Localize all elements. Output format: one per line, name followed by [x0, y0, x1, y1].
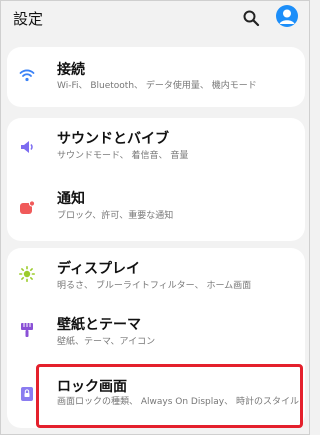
settings-item-connections[interactable]: 接続 Wi-Fi、 Bluetooth、 データ使用量、 機内モード — [7, 47, 305, 107]
account-avatar-icon[interactable] — [276, 5, 298, 27]
settings-section-connections: 接続 Wi-Fi、 Bluetooth、 データ使用量、 機内モード — [7, 47, 305, 107]
settings-item-subtitle: サウンドモード、 着信音、 音量 — [57, 151, 189, 161]
brightness-icon — [19, 266, 35, 282]
speaker-icon — [21, 141, 33, 153]
settings-item-sound[interactable]: サウンドとバイブ サウンドモード、 着信音、 音量 — [7, 118, 305, 178]
settings-screen: 設定 接続 Wi-Fi、 Bluetooth、 データ使用量、 機内モード サウ… — [0, 0, 310, 435]
settings-item-display[interactable]: ディスプレイ 明るさ、 ブルーライトフィルター、 ホーム画面 — [7, 248, 305, 303]
highlight-box — [36, 364, 303, 428]
settings-item-notifications[interactable]: 通知 ブロック、許可、重要な通知 — [7, 178, 305, 238]
settings-item-label: ディスプレイ — [57, 261, 141, 277]
wifi-icon — [19, 69, 35, 82]
settings-item-label: 通知 — [57, 191, 85, 207]
settings-item-label: 接続 — [57, 62, 85, 78]
page-title: 設定 — [13, 10, 44, 28]
theme-icon — [21, 323, 33, 337]
settings-item-label: サウンドとバイブ — [57, 131, 169, 147]
settings-item-subtitle: Wi-Fi、 Bluetooth、 データ使用量、 機内モード — [57, 81, 257, 91]
settings-item-subtitle: 壁紙、テーマ、アイコン — [57, 337, 156, 347]
settings-section-sound-notifications: サウンドとバイブ サウンドモード、 着信音、 音量 通知 ブロック、許可、重要な… — [7, 118, 305, 241]
settings-item-subtitle: ブロック、許可、重要な通知 — [57, 211, 174, 221]
lock-screen-icon — [21, 387, 33, 401]
settings-item-wallpaper-themes[interactable]: 壁紙とテーマ 壁紙、テーマ、アイコン — [7, 304, 305, 362]
settings-item-label: 壁紙とテーマ — [57, 317, 141, 333]
search-icon[interactable] — [242, 9, 260, 27]
notification-icon — [20, 200, 35, 214]
settings-item-subtitle: 明るさ、 ブルーライトフィルター、 ホーム画面 — [57, 281, 252, 291]
app-header: 設定 — [1, 1, 309, 37]
